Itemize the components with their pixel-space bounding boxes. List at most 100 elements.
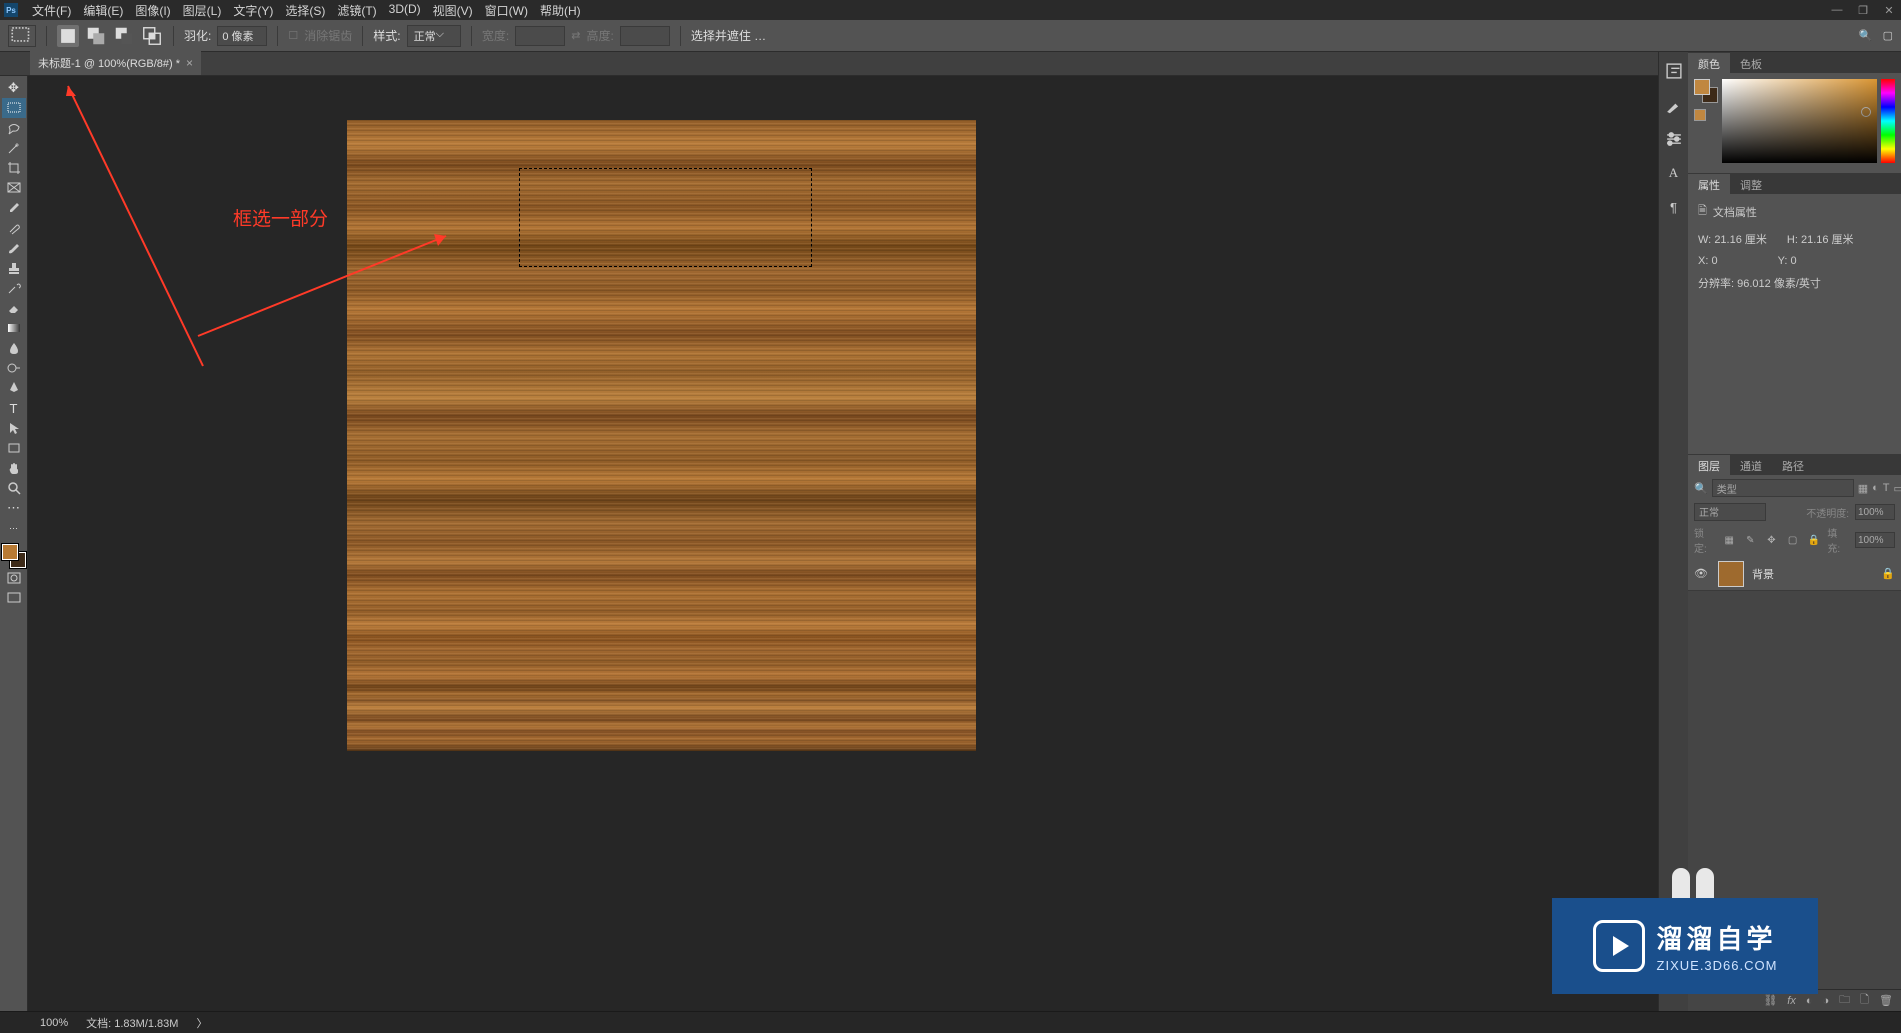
dodge-tool-icon[interactable] (2, 358, 26, 378)
document-tab[interactable]: 未标题-1 @ 100%(RGB/8#) * × (30, 51, 201, 75)
feather-input[interactable] (217, 26, 267, 46)
filter-image-icon[interactable]: ▦ (1858, 480, 1868, 496)
toolbar-more-icon[interactable]: ⋯ (2, 498, 26, 518)
gradient-tool-icon[interactable] (2, 318, 26, 338)
layer-mask-icon[interactable]: ◐ (1806, 995, 1813, 1007)
healing-brush-tool-icon[interactable] (2, 218, 26, 238)
tool-preset-icon[interactable] (8, 25, 36, 47)
path-select-tool-icon[interactable] (2, 418, 26, 438)
tab-adjust[interactable]: 调整 (1730, 174, 1772, 194)
status-chevron-icon[interactable]: 〉 (196, 1015, 207, 1031)
color-picker-field[interactable] (1722, 79, 1877, 163)
canvas-area[interactable]: 框选一部分 (28, 76, 1901, 1011)
workspace-icon[interactable]: ▢ (1883, 29, 1893, 42)
blend-mode-select[interactable]: 正常 (1694, 503, 1766, 521)
menu-type[interactable]: 文字(Y) (233, 2, 273, 19)
zoom-level[interactable]: 100% (40, 1017, 68, 1029)
menu-view[interactable]: 视图(V) (433, 2, 473, 19)
move-tool-icon[interactable]: ✥ (2, 78, 26, 98)
menu-3d[interactable]: 3D(D) (389, 2, 421, 19)
filter-shape-icon[interactable]: ▭ (1894, 480, 1901, 496)
brush-tool-icon[interactable] (2, 238, 26, 258)
quick-mask-icon[interactable] (2, 568, 26, 588)
blur-tool-icon[interactable] (2, 338, 26, 358)
history-brush-tool-icon[interactable] (2, 278, 26, 298)
close-tab-icon[interactable]: × (186, 56, 193, 70)
new-layer-icon[interactable]: 🗋 (1860, 991, 1869, 1010)
brushes-panel-icon[interactable] (1663, 94, 1685, 116)
eraser-tool-icon[interactable] (2, 298, 26, 318)
menu-help[interactable]: 帮助(H) (540, 2, 581, 19)
lock-pixel-icon[interactable]: ▦ (1722, 532, 1737, 548)
menu-image[interactable]: 图像(I) (135, 2, 170, 19)
shape-tool-icon[interactable] (2, 438, 26, 458)
menu-edit[interactable]: 编辑(E) (83, 2, 123, 19)
link-layers-icon[interactable]: ⛓ (1763, 994, 1777, 1007)
tab-color[interactable]: 颜色 (1688, 53, 1730, 73)
lock-pos-icon[interactable]: ✥ (1764, 532, 1779, 548)
stamp-tool-icon[interactable] (2, 258, 26, 278)
color-wells[interactable] (2, 544, 26, 568)
selection-subtract-icon[interactable] (113, 25, 135, 47)
search-icon[interactable]: 🔍 (1859, 29, 1873, 42)
tab-channels[interactable]: 通道 (1730, 455, 1772, 475)
filter-text-icon[interactable]: T (1883, 480, 1890, 496)
selection-new-icon[interactable] (57, 25, 79, 47)
new-group-icon[interactable]: 🗀 (1839, 991, 1850, 1010)
eyedropper-tool-icon[interactable] (2, 198, 26, 218)
history-panel-icon[interactable] (1663, 60, 1685, 82)
layer-fx-icon[interactable]: fx (1787, 995, 1796, 1007)
menu-select[interactable]: 选择(S) (285, 2, 325, 19)
maximize-icon[interactable]: ❐ (1855, 4, 1871, 17)
layer-row[interactable]: 👁 背景 🔒 (1688, 557, 1901, 591)
pen-tool-icon[interactable] (2, 378, 26, 398)
fill-input[interactable] (1855, 532, 1895, 548)
delete-layer-icon[interactable]: 🗑 (1879, 994, 1893, 1007)
menu-window[interactable]: 窗口(W) (485, 2, 528, 19)
char-panel-icon[interactable]: A (1663, 162, 1685, 184)
selection-add-icon[interactable] (85, 25, 107, 47)
layer-filter-select[interactable] (1712, 479, 1854, 497)
hand-tool-icon[interactable] (2, 458, 26, 478)
lock-brush-icon[interactable]: ✎ (1743, 532, 1758, 548)
new-fill-icon[interactable]: ◑ (1823, 995, 1830, 1007)
marquee-tool-icon[interactable] (2, 98, 26, 118)
opacity-input[interactable] (1855, 504, 1895, 520)
lock-label: 锁定: (1694, 525, 1716, 555)
zoom-tool-icon[interactable] (2, 478, 26, 498)
tab-layers[interactable]: 图层 (1688, 455, 1730, 475)
layer-thumbnail[interactable] (1718, 561, 1744, 587)
doc-size-label[interactable]: 文档: 1.83M/1.83M (86, 1015, 178, 1031)
panel-fg-color-icon[interactable] (1694, 79, 1710, 95)
tab-properties[interactable]: 属性 (1688, 174, 1730, 194)
lock-nest-icon[interactable]: ▢ (1785, 532, 1800, 548)
left-toolbar: ✥ (0, 76, 28, 1011)
lasso-tool-icon[interactable] (2, 118, 26, 138)
foreground-color-icon[interactable] (2, 544, 18, 560)
crop-tool-icon[interactable] (2, 158, 26, 178)
frame-tool-icon[interactable] (2, 178, 26, 198)
tab-paths[interactable]: 路径 (1772, 455, 1814, 475)
minimize-icon[interactable]: — (1829, 4, 1845, 17)
lock-all-icon[interactable]: 🔒 (1806, 532, 1821, 548)
adjustments-panel-icon[interactable] (1663, 128, 1685, 150)
selection-intersect-icon[interactable] (141, 25, 163, 47)
eye-visibility-icon[interactable]: 👁 (1694, 567, 1710, 580)
close-icon[interactable]: ✕ (1881, 4, 1897, 17)
menu-layer[interactable]: 图层(L) (183, 2, 222, 19)
magic-wand-tool-icon[interactable] (2, 138, 26, 158)
style-select[interactable]: 正常 ⌵ (407, 25, 461, 47)
panel-color-wells[interactable] (1694, 79, 1718, 103)
layer-name-label[interactable]: 背景 (1752, 566, 1873, 582)
edit-toolbar-icon[interactable]: ⋯ (2, 518, 26, 538)
filter-adjust-icon[interactable]: ◐ (1872, 480, 1879, 496)
menu-filter[interactable]: 滤镜(T) (337, 2, 376, 19)
menu-file[interactable]: 文件(F) (32, 2, 71, 19)
paragraph-panel-icon[interactable]: ¶ (1663, 196, 1685, 218)
hue-slider[interactable] (1881, 79, 1895, 163)
text-tool-icon[interactable]: T (2, 398, 26, 418)
tab-swatches[interactable]: 色板 (1730, 53, 1772, 73)
canvas-document[interactable] (347, 120, 976, 751)
select-mask-button[interactable]: 选择并遮住 … (691, 27, 766, 44)
screen-mode-icon[interactable] (2, 588, 26, 608)
